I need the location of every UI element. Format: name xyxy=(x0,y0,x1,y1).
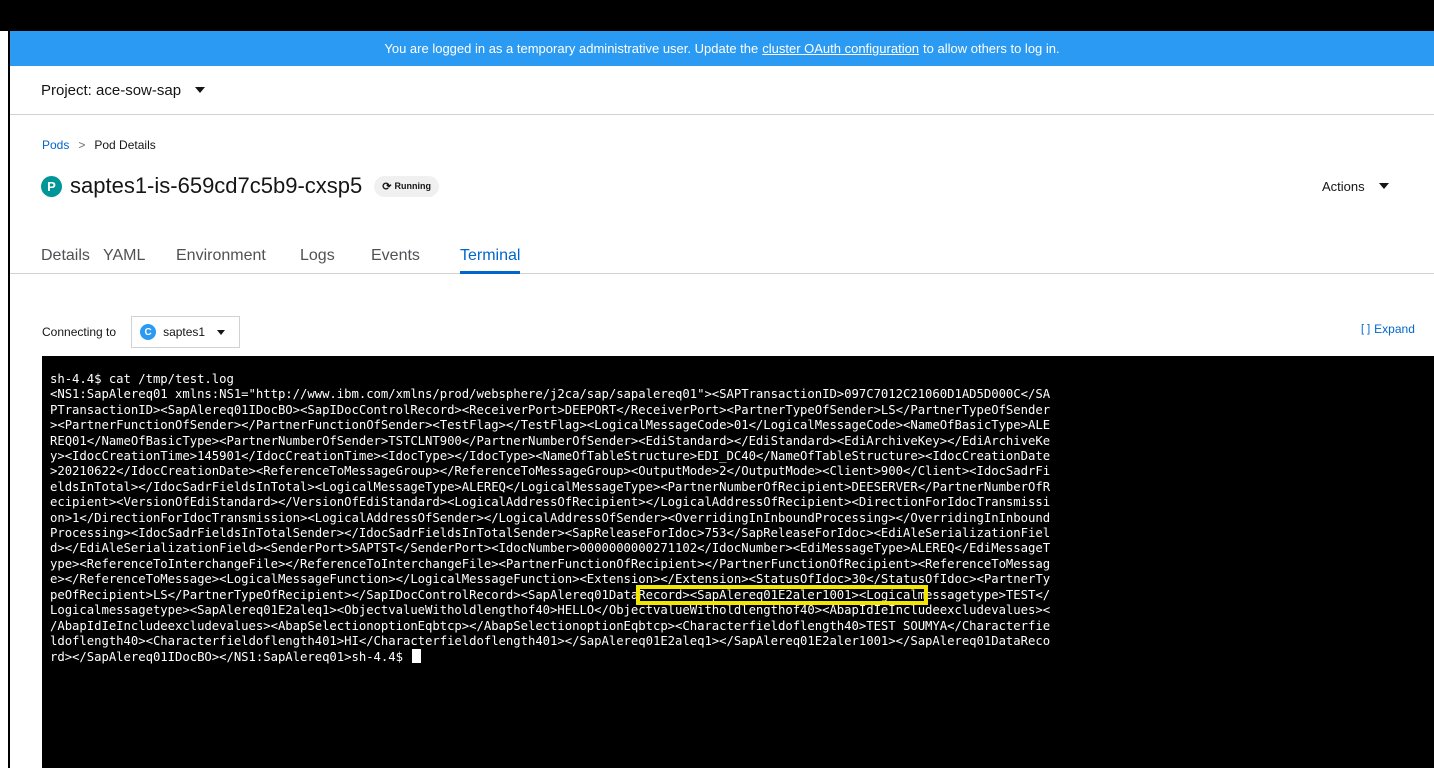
tab-environment[interactable]: Environment xyxy=(176,238,266,273)
expand-button[interactable]: [ ] Expand xyxy=(1361,322,1434,336)
tab-terminal[interactable]: Terminal xyxy=(460,238,521,274)
container-name: saptes1 xyxy=(163,325,206,339)
actions-dropdown[interactable]: Actions xyxy=(1322,170,1422,202)
status-label: Running xyxy=(394,181,432,191)
chevron-down-icon xyxy=(1378,183,1389,189)
cluster-oauth-link[interactable]: cluster OAuth configuration xyxy=(762,41,919,56)
temporary-admin-banner: You are logged in as a temporary adminis… xyxy=(10,31,1434,66)
screen-top-edge xyxy=(0,0,1434,31)
terminal-line: <NS1:SapAlereq01 xmlns:NS1="http://www.i… xyxy=(50,387,1051,402)
terminal-line: ecipient><VersionOfEdiStandard></Version… xyxy=(50,495,1051,510)
chevron-down-icon xyxy=(217,329,226,335)
terminal-line: e></ReferenceToMessage><LogicalMessageFu… xyxy=(50,572,1051,587)
terminal-line: ldoflength40><Characterfieldoflength401>… xyxy=(50,633,1051,648)
status-badge: ⟳ Running xyxy=(374,175,439,197)
terminal-line: /AbapIdIeIncludeexcludevalues><AbapSelec… xyxy=(50,618,1051,633)
terminal-connection-bar: Connecting to C saptes1 xyxy=(42,316,241,348)
expand-icon: [ ] xyxy=(1361,323,1371,335)
container-dropdown[interactable]: C saptes1 xyxy=(131,316,241,348)
tab-yaml[interactable]: YAML xyxy=(103,238,145,273)
page-title-row: P saptes1-is-659cd7c5b9-cxsp5 ⟳ Running xyxy=(41,170,439,202)
terminal-line: Processing><IdocSadrFieldsInTotalSender>… xyxy=(50,526,1051,541)
screen-left-edge xyxy=(0,31,10,768)
container-icon: C xyxy=(140,324,157,340)
terminal-line: peOfRecipient>LS</PartnerTypeOfRecipient… xyxy=(50,587,1051,602)
sync-icon: ⟳ xyxy=(382,180,392,193)
terminal-line: REQ01</NameOfBasicType><PartnerNumberOfS… xyxy=(50,433,1051,448)
terminal-line: eldsInTotal></IdocSadrFieldsInTotal><Log… xyxy=(50,479,1051,494)
terminal-line: >20210622</IdocCreationDate><ReferenceTo… xyxy=(50,464,1051,479)
terminal-line: ype><ReferenceToInterchangeFile></Refere… xyxy=(50,556,1051,571)
actions-label: Actions xyxy=(1322,178,1365,194)
breadcrumb-current: Pod Details xyxy=(94,138,156,152)
banner-text-before: You are logged in as a temporary adminis… xyxy=(384,41,759,56)
project-label: Project: ace-sow-sap xyxy=(41,81,182,99)
terminal-line: ><PartnerFunctionOfSender></PartnerFunct… xyxy=(50,418,1051,433)
page-title: saptes1-is-659cd7c5b9-cxsp5 xyxy=(70,173,363,198)
project-dropdown[interactable]: Project: ace-sow-sap xyxy=(41,81,206,99)
tabs-bar: Details YAML Environment Logs Events Ter… xyxy=(10,238,1434,274)
terminal-line: on>1</DirectionForIdocTransmission><Logi… xyxy=(50,510,1051,525)
terminal-line: sh-4.4$ cat /tmp/test.log xyxy=(50,372,234,386)
terminal-cursor xyxy=(412,649,422,664)
pod-resource-icon: P xyxy=(41,175,62,197)
breadcrumb-separator: > xyxy=(78,138,86,152)
terminal-line: rd></SapAlereq01IDocBO></NS1:SapAlereq01… xyxy=(50,650,411,665)
banner-text-after: to allow others to log in. xyxy=(923,41,1060,56)
chevron-down-icon xyxy=(195,87,206,93)
terminal-window[interactable]: sh-4.4$ cat /tmp/test.log <NS1:SapAlereq… xyxy=(42,356,1434,768)
connecting-label: Connecting to xyxy=(42,325,117,339)
terminal-line: y><IdocCreationTime>145901</IdocCreation… xyxy=(50,449,1051,464)
terminal-output: sh-4.4$ cat /tmp/test.log <NS1:SapAlereq… xyxy=(42,356,1434,666)
terminal-line: d></EdiAleSerializationField><SenderPort… xyxy=(50,541,1051,556)
breadcrumb: Pods > Pod Details xyxy=(42,138,156,152)
tab-events[interactable]: Events xyxy=(371,238,420,273)
expand-label: Expand xyxy=(1374,322,1415,336)
tab-logs[interactable]: Logs xyxy=(300,238,335,273)
terminal-line: PTransactionID><SapAlereq01IDocBO><SapID… xyxy=(50,402,1051,417)
terminal-line: Logicalmessagetype><SapAlereq01E2aleq1><… xyxy=(50,603,1051,618)
breadcrumb-pods-link[interactable]: Pods xyxy=(42,138,69,152)
tab-details[interactable]: Details xyxy=(41,238,90,273)
project-bar: Project: ace-sow-sap xyxy=(10,66,1434,115)
